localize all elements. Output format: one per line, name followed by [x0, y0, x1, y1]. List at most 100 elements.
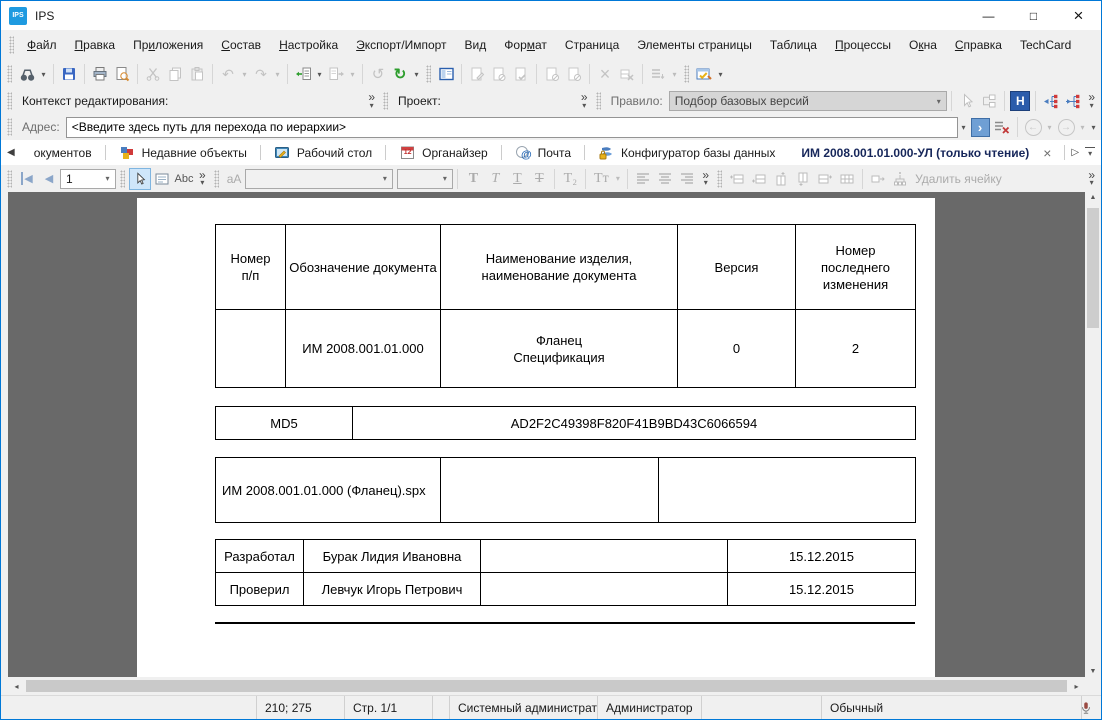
tab-list-icon[interactable]: ▾: [1085, 147, 1095, 158]
scroll-right-icon[interactable]: ▸: [1068, 682, 1085, 691]
scroll-down-icon[interactable]: ▼: [1085, 668, 1101, 675]
address-dropdown[interactable]: ▾: [958, 123, 969, 132]
document-canvas[interactable]: Номер п/п Обозначение документа Наименов…: [8, 192, 1085, 677]
menu-export-import[interactable]: Экспорт/Импорт: [347, 33, 455, 57]
menu-page[interactable]: Страница: [556, 33, 628, 57]
role-cell[interactable]: Проверил: [216, 573, 304, 606]
collapse-tree-button[interactable]: [1062, 89, 1084, 113]
menu-processes[interactable]: Процессы: [826, 33, 900, 57]
sync-dropdown[interactable]: ▾: [411, 70, 422, 79]
header-cell[interactable]: Наименование изделия, наименование докум…: [441, 225, 678, 310]
signature-table[interactable]: Разработал Бурак Лидия Ивановна 15.12.20…: [215, 539, 916, 606]
data-cell[interactable]: 0: [678, 310, 796, 388]
context-overflow-chevron[interactable]: »▾: [1084, 93, 1099, 109]
menu-table[interactable]: Таблица: [761, 33, 826, 57]
signature-cell[interactable]: [481, 573, 728, 606]
data-cell[interactable]: 2: [796, 310, 916, 388]
empty-cell[interactable]: [659, 458, 916, 523]
horizontal-scroll-thumb[interactable]: [26, 680, 1067, 692]
tab-db-configurator[interactable]: Конфигуратор базы данных: [585, 140, 788, 165]
menu-applications[interactable]: Приложения: [124, 33, 212, 57]
hierarchy-mode-button[interactable]: H: [1009, 89, 1031, 113]
menu-structure[interactable]: Состав: [212, 33, 270, 57]
tab-scroll-right-icon[interactable]: ▷: [1065, 147, 1085, 158]
status-mic[interactable]: [1082, 696, 1101, 719]
md5-table[interactable]: MD5 AD2F2C49398F820F41B9BD43C6066594: [215, 406, 916, 440]
save-button[interactable]: [58, 62, 80, 86]
tab-mail[interactable]: @ Почта: [502, 140, 584, 165]
header-cell[interactable]: Номер п/п: [216, 225, 286, 310]
tab-desktop[interactable]: Рабочий стол: [261, 140, 385, 165]
spellcheck-button[interactable]: Abc: [173, 167, 195, 191]
document-main-table[interactable]: Номер п/п Обозначение документа Наименов…: [215, 224, 916, 388]
select-tool-button[interactable]: [129, 168, 151, 190]
address-input[interactable]: [66, 117, 958, 138]
signature-cell[interactable]: [481, 540, 728, 573]
insert-object-button[interactable]: [292, 62, 314, 86]
tab-documents[interactable]: окументов: [21, 140, 105, 165]
date-cell[interactable]: 15.12.2015: [728, 573, 916, 606]
edit-context-chevron[interactable]: »▾: [364, 93, 379, 109]
print-preview-button[interactable]: [111, 62, 133, 86]
print-button[interactable]: [89, 62, 111, 86]
tab-active-document[interactable]: ИМ 2008.001.01.000-УЛ (только чтение) ×: [788, 140, 1064, 165]
paragraph-chevron[interactable]: »▾: [698, 171, 713, 187]
document-page[interactable]: Номер п/п Обозначение документа Наименов…: [137, 198, 935, 677]
first-page-button[interactable]: ◀: [16, 167, 38, 191]
menu-file[interactable]: Файл: [18, 33, 66, 57]
file-table[interactable]: ИМ 2008.001.01.000 (Фланец).spx: [215, 457, 916, 523]
data-cell[interactable]: ИМ 2008.001.01.000: [286, 310, 441, 388]
header-cell[interactable]: Номер последнего изменения: [796, 225, 916, 310]
empty-cell[interactable]: [441, 458, 659, 523]
project-chevron[interactable]: »▾: [577, 93, 592, 109]
date-cell[interactable]: 15.12.2015: [728, 540, 916, 573]
address-overflow-dropdown[interactable]: ▾: [1088, 123, 1099, 132]
menu-help[interactable]: Справка: [946, 33, 1011, 57]
header-cell[interactable]: Версия: [678, 225, 796, 310]
insert-object-dropdown[interactable]: ▾: [314, 70, 325, 79]
scroll-left-icon[interactable]: ◂: [8, 682, 25, 691]
horizontal-scrollbar[interactable]: ◂ ▸: [8, 677, 1085, 695]
sync-button[interactable]: ↻: [389, 62, 411, 86]
menu-format[interactable]: Формат: [495, 33, 556, 57]
header-cell[interactable]: Обозначение документа: [286, 225, 441, 310]
clear-address-history-button[interactable]: [991, 115, 1013, 139]
role-cell[interactable]: Разработал: [216, 540, 304, 573]
tab-recent-objects[interactable]: Недавние объекты: [106, 140, 260, 165]
vertical-scrollbar[interactable]: ▲ ▼: [1085, 192, 1101, 677]
tab-close-icon[interactable]: ×: [1043, 145, 1051, 161]
menu-techcard[interactable]: TechCard: [1011, 33, 1080, 57]
prev-page-button[interactable]: ◀: [38, 167, 60, 191]
take-to-work-dropdown[interactable]: ▾: [715, 70, 726, 79]
minimize-button[interactable]: —: [966, 1, 1011, 30]
menu-view[interactable]: Вид: [456, 33, 496, 57]
md5-value-cell[interactable]: AD2F2C49398F820F41B9BD43C6066594: [353, 407, 916, 440]
menu-edit[interactable]: Правка: [66, 33, 125, 57]
menu-windows[interactable]: Окна: [900, 33, 946, 57]
vertical-scroll-thumb[interactable]: [1087, 208, 1099, 328]
field-properties-button[interactable]: [151, 167, 173, 191]
name-cell[interactable]: Бурак Лидия Ивановна: [304, 540, 481, 573]
properties-panel-button[interactable]: [435, 62, 457, 86]
menu-page-elements[interactable]: Элементы страницы: [628, 33, 761, 57]
data-cell[interactable]: [216, 310, 286, 388]
address-go-button[interactable]: ›: [969, 115, 991, 139]
separator: [1035, 91, 1036, 111]
md5-label-cell[interactable]: MD5: [216, 407, 353, 440]
take-to-work-button[interactable]: [693, 62, 715, 86]
maximize-button[interactable]: □: [1011, 1, 1056, 30]
expand-tree-button[interactable]: [1040, 89, 1062, 113]
menu-settings[interactable]: Настройка: [270, 33, 347, 57]
tools-chevron[interactable]: »▾: [195, 171, 210, 187]
search-button[interactable]: [16, 62, 38, 86]
tab-scroll-left-icon[interactable]: ◀: [1, 147, 21, 158]
table-chevron[interactable]: »▾: [1084, 171, 1099, 187]
page-number-combobox[interactable]: 1▾: [60, 169, 116, 189]
tab-organizer[interactable]: 12 Органайзер: [386, 140, 501, 165]
file-name-cell[interactable]: ИМ 2008.001.01.000 (Фланец).spx: [216, 458, 441, 523]
close-button[interactable]: ×: [1056, 1, 1101, 30]
name-cell[interactable]: Левчук Игорь Петрович: [304, 573, 481, 606]
search-dropdown[interactable]: ▾: [38, 70, 49, 79]
scroll-up-icon[interactable]: ▲: [1085, 194, 1101, 201]
data-cell[interactable]: Фланец Спецификация: [441, 310, 678, 388]
